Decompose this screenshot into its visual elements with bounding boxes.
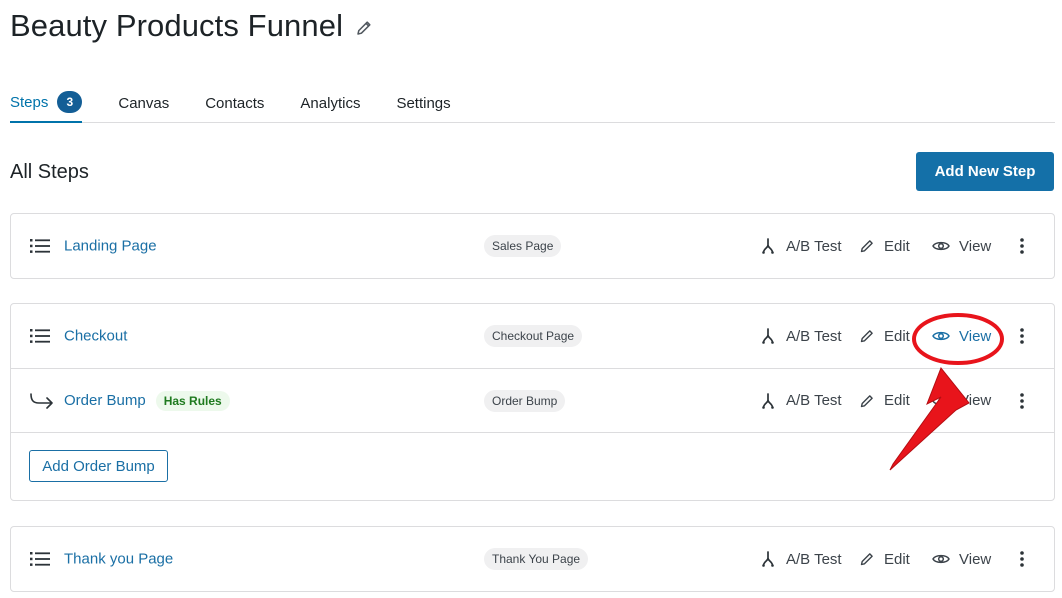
step-name-text: Order Bump bbox=[64, 392, 146, 409]
step-name-text: Thank you Page bbox=[64, 550, 174, 568]
eye-icon bbox=[932, 396, 950, 405]
edit-icon bbox=[860, 553, 873, 566]
edit-icon bbox=[860, 240, 873, 253]
view-label: View bbox=[959, 392, 992, 409]
tab-contacts[interactable]: Contacts bbox=[205, 70, 264, 122]
page-title: Beauty Products Funnel bbox=[10, 8, 344, 43]
tab-canvas[interactable]: Canvas bbox=[118, 70, 169, 122]
edit-button[interactable]: Edit bbox=[859, 551, 932, 568]
view-label: View bbox=[959, 237, 992, 255]
tab-steps[interactable]: Steps 3 bbox=[10, 70, 83, 123]
tab-analytics[interactable]: Analytics bbox=[300, 70, 360, 122]
add-order-bump-button[interactable]: Add Order Bump bbox=[29, 450, 168, 482]
more-vertical-icon[interactable] bbox=[1018, 550, 1026, 568]
ab-test-label: A/B Test bbox=[786, 550, 842, 568]
ab-test-label: A/B Test bbox=[786, 392, 842, 409]
drag-handle-icon[interactable] bbox=[30, 328, 50, 344]
edit-label: Edit bbox=[884, 550, 910, 568]
split-icon bbox=[762, 551, 774, 567]
add-order-bump-row: Add Order Bump bbox=[11, 432, 1054, 500]
step-row: Checkout Checkout Page A/B Test Edit Vie… bbox=[11, 304, 1054, 368]
step-type-tag: Checkout Page bbox=[484, 325, 583, 347]
step-name-link[interactable]: Order Bump Has Rules bbox=[64, 390, 230, 411]
view-button[interactable]: View bbox=[932, 328, 1018, 345]
eye-icon bbox=[932, 241, 950, 251]
step-name-link[interactable]: Checkout bbox=[64, 328, 127, 345]
view-button[interactable]: View bbox=[932, 392, 1018, 409]
all-steps-heading: All Steps bbox=[10, 161, 89, 183]
view-label: View bbox=[959, 327, 992, 345]
more-vertical-icon[interactable] bbox=[1018, 237, 1026, 255]
more-vertical-icon[interactable] bbox=[1018, 392, 1026, 410]
view-button[interactable]: View bbox=[932, 238, 1018, 255]
edit-icon bbox=[860, 394, 873, 407]
ab-test-button[interactable]: A/B Test bbox=[759, 327, 859, 345]
step-name-link[interactable]: Thank you Page bbox=[64, 551, 173, 568]
split-icon bbox=[762, 392, 774, 409]
step-name-text: Landing Page bbox=[64, 237, 157, 255]
ab-test-button[interactable]: A/B Test bbox=[759, 550, 859, 568]
add-new-step-button[interactable]: Add New Step bbox=[916, 152, 1054, 191]
edit-label: Edit bbox=[884, 392, 910, 409]
ab-test-label: A/B Test bbox=[786, 327, 842, 345]
edit-button[interactable]: Edit bbox=[859, 392, 932, 409]
view-label: View bbox=[959, 550, 992, 568]
ab-test-label: A/B Test bbox=[786, 237, 842, 255]
view-button[interactable]: View bbox=[932, 551, 1018, 568]
ab-test-button[interactable]: A/B Test bbox=[759, 392, 859, 410]
split-icon bbox=[762, 238, 774, 254]
edit-icon bbox=[860, 330, 873, 343]
page-header: Beauty Products Funnel bbox=[10, 8, 373, 44]
edit-button[interactable]: Edit bbox=[859, 328, 932, 345]
more-vertical-icon[interactable] bbox=[1018, 327, 1026, 345]
step-row: Thank you Page Thank You Page A/B Test E… bbox=[11, 527, 1054, 591]
edit-button[interactable]: Edit bbox=[859, 238, 932, 255]
step-card-checkout: Checkout Checkout Page A/B Test Edit Vie… bbox=[10, 303, 1055, 501]
arrow-return-icon bbox=[29, 392, 55, 409]
order-bump-row: Order Bump Has Rules Order Bump A/B Test… bbox=[11, 368, 1054, 432]
split-icon bbox=[762, 328, 774, 344]
edit-label: Edit bbox=[884, 237, 910, 255]
step-card-thank-you: Thank you Page Thank You Page A/B Test E… bbox=[10, 526, 1055, 592]
step-actions: A/B Test Edit View bbox=[759, 547, 1026, 571]
has-rules-badge: Has Rules bbox=[155, 390, 230, 411]
tab-steps-label: Steps bbox=[10, 94, 49, 111]
step-type-tag: Sales Page bbox=[484, 235, 562, 257]
tab-bar: Steps 3 Canvas Contacts Analytics Settin… bbox=[10, 70, 1055, 123]
pencil-icon[interactable] bbox=[355, 19, 373, 37]
step-type-tag: Order Bump bbox=[484, 389, 566, 412]
drag-handle-icon[interactable] bbox=[30, 238, 50, 254]
step-actions: A/B Test Edit View bbox=[759, 234, 1026, 258]
step-row: Landing Page Sales Page A/B Test Edit Vi… bbox=[11, 214, 1054, 278]
step-name-text: Checkout bbox=[64, 327, 128, 345]
eye-icon bbox=[932, 331, 950, 341]
step-name-link[interactable]: Landing Page bbox=[64, 238, 157, 255]
step-actions: A/B Test Edit View bbox=[759, 389, 1026, 413]
steps-count-badge: 3 bbox=[57, 90, 83, 113]
step-card-landing: Landing Page Sales Page A/B Test Edit Vi… bbox=[10, 213, 1055, 279]
eye-icon bbox=[932, 554, 950, 564]
tab-settings[interactable]: Settings bbox=[396, 70, 450, 122]
step-actions: A/B Test Edit View bbox=[759, 324, 1026, 348]
step-type-tag: Thank You Page bbox=[484, 548, 589, 570]
edit-label: Edit bbox=[884, 327, 910, 345]
drag-handle-icon[interactable] bbox=[30, 551, 50, 567]
ab-test-button[interactable]: A/B Test bbox=[759, 237, 859, 255]
